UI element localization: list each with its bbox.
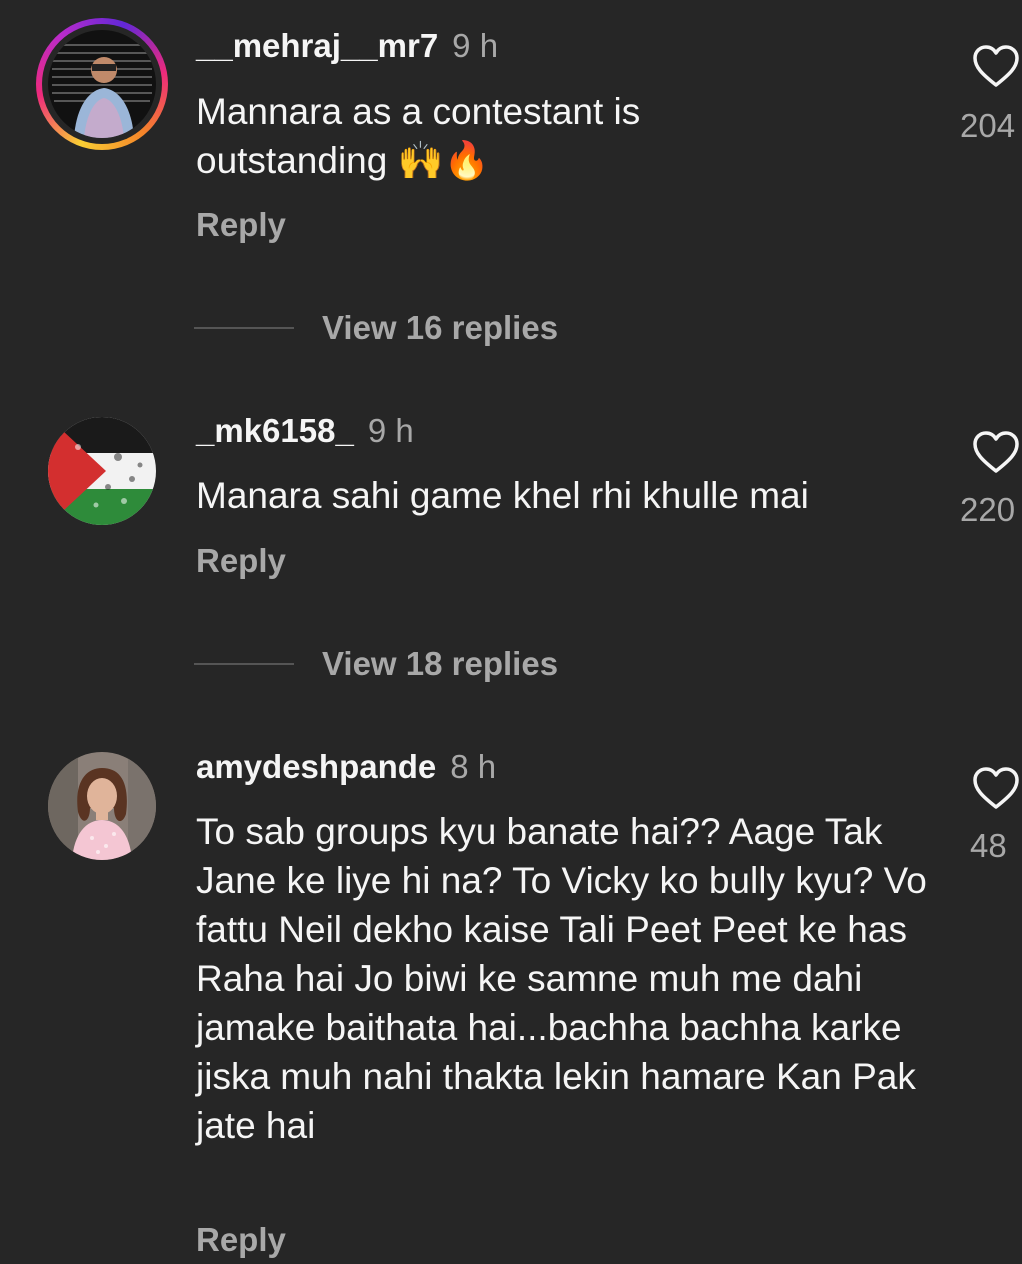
comment-header: amydeshpande 8 h (196, 747, 496, 787)
view-replies-button[interactable]: View 16 replies (194, 308, 558, 348)
comment-text: Mannara as a contestant is outstanding 🙌… (196, 91, 641, 181)
heart-outline-icon[interactable] (972, 44, 1020, 88)
comment-text: Manara sahi game khel rhi khulle mai (196, 475, 809, 516)
divider (194, 327, 294, 329)
like-count: 220 (960, 491, 1016, 528)
username[interactable]: __mehraj__mr7 (196, 27, 438, 64)
timestamp: 9 h (452, 27, 499, 64)
comment-header: __mehraj__mr7 9 h (196, 26, 498, 66)
username[interactable]: amydeshpande (196, 748, 436, 785)
divider (194, 663, 294, 665)
timestamp: 9 h (367, 412, 414, 449)
like-count: 48 (970, 827, 1007, 864)
heart-outline-icon[interactable] (972, 430, 1020, 474)
comment-text: To sab groups kyu banate hai?? Aage Tak … (196, 811, 927, 1146)
username[interactable]: _mk6158_ (196, 412, 354, 449)
comment-header: _mk6158_ 9 h (196, 411, 414, 451)
reply-button[interactable]: Reply (196, 541, 286, 581)
like-group: 204 (950, 44, 1022, 146)
reply-button[interactable]: Reply (196, 1220, 286, 1260)
view-replies-button[interactable]: View 18 replies (194, 644, 558, 684)
avatar[interactable] (48, 417, 156, 525)
like-count: 204 (960, 107, 1016, 144)
timestamp: 8 h (450, 748, 497, 785)
story-ring[interactable] (36, 18, 168, 150)
like-group: 220 (950, 430, 1022, 530)
avatar[interactable] (48, 752, 156, 860)
like-group: 48 (950, 766, 1022, 866)
reply-button[interactable]: Reply (196, 205, 286, 245)
heart-outline-icon[interactable] (972, 766, 1020, 810)
avatar[interactable] (48, 30, 156, 138)
